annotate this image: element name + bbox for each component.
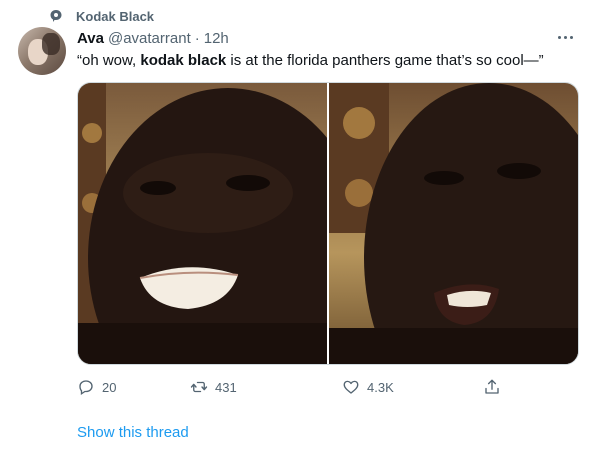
tweet-text: “oh wow, kodak black is at the florida p…	[77, 51, 544, 71]
media-image-right[interactable]	[329, 83, 578, 364]
avatar[interactable]	[18, 27, 66, 75]
more-options-icon[interactable]	[558, 30, 582, 44]
tweet-actions: 20 431 4.3K	[77, 376, 499, 398]
heart-icon	[343, 380, 359, 394]
like-button[interactable]: 4.3K	[342, 376, 394, 398]
topic-icon	[49, 9, 63, 23]
media-image-left[interactable]	[78, 83, 327, 364]
author-name[interactable]: Ava	[77, 30, 104, 47]
retweet-count: 431	[215, 379, 237, 395]
retweet-icon	[190, 381, 208, 393]
retweet-button[interactable]: 431	[190, 376, 237, 398]
separator-dot: ·	[194, 29, 200, 47]
tweet-header: Ava @avatarrant · 12h	[77, 28, 229, 48]
timestamp[interactable]: 12h	[204, 30, 229, 47]
author-handle[interactable]: @avatarrant	[108, 30, 191, 47]
like-count: 4.3K	[367, 379, 394, 395]
tweet-text-part: “oh wow,	[77, 52, 141, 69]
share-icon	[485, 379, 499, 394]
tweet-text-part: is at the florida panthers game that’s s…	[226, 52, 544, 69]
reply-button[interactable]: 20	[77, 376, 116, 398]
tweet-text-bold[interactable]: kodak black	[140, 52, 226, 69]
topic-context[interactable]: Kodak Black	[49, 6, 154, 26]
tweet-media[interactable]	[77, 82, 579, 365]
reply-count: 20	[102, 379, 117, 395]
reply-icon	[79, 380, 93, 396]
show-thread-link[interactable]: Show this thread	[77, 424, 189, 441]
share-button[interactable]	[483, 376, 501, 398]
topic-label[interactable]: Kodak Black	[76, 9, 154, 24]
